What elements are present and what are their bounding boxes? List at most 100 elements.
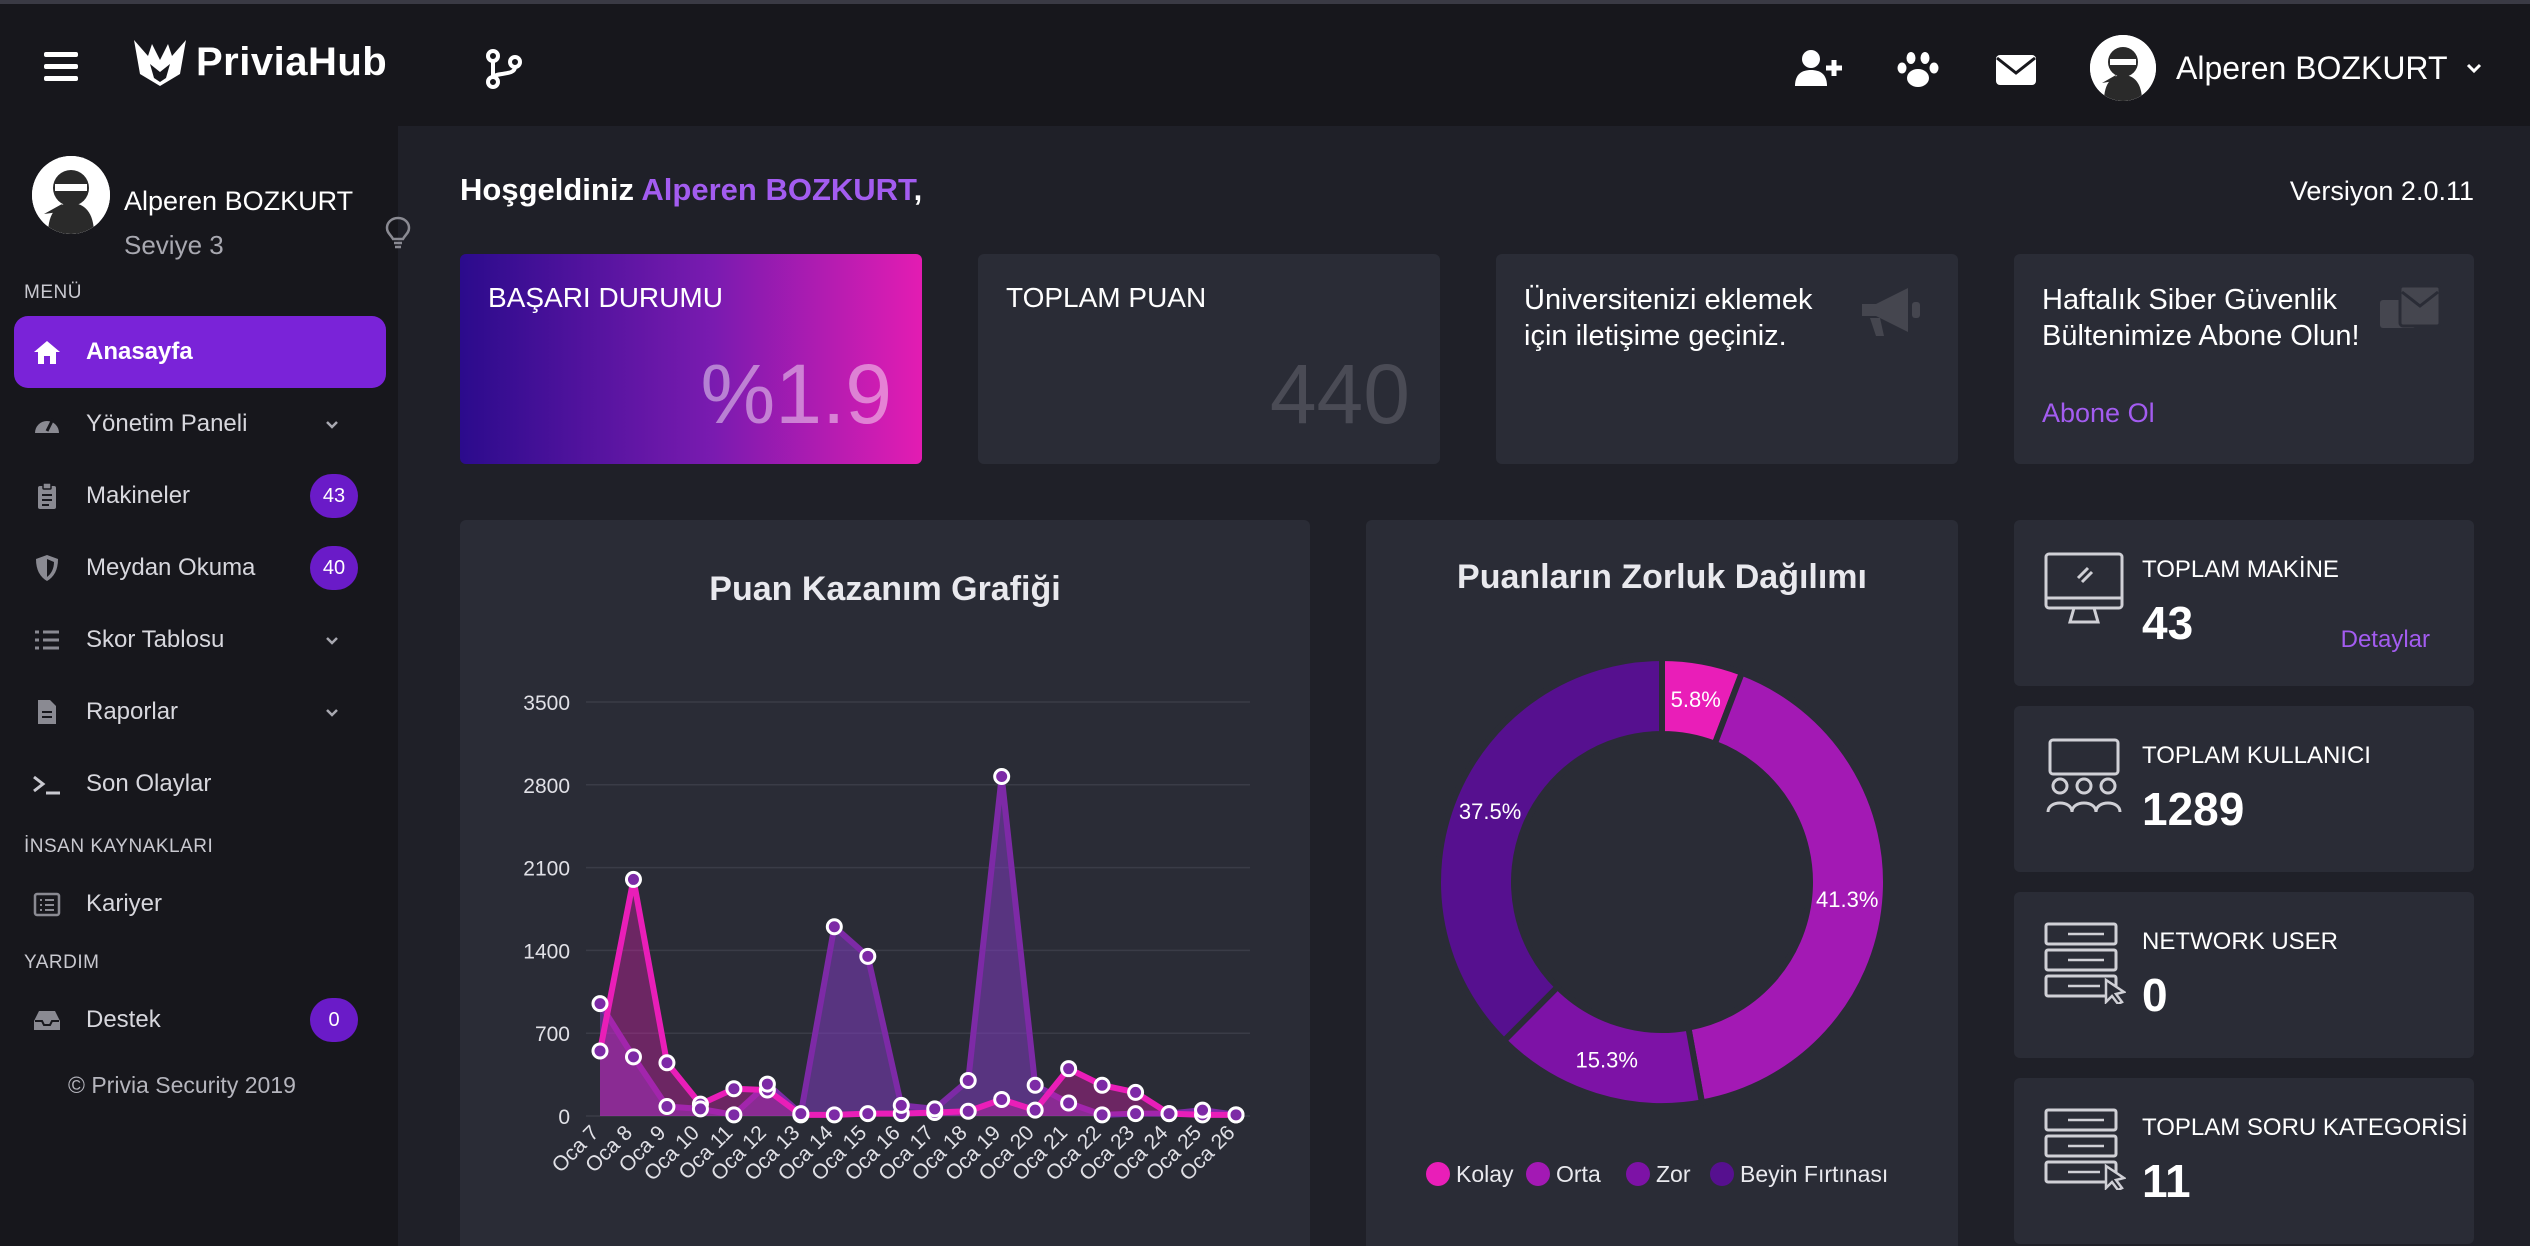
data-point <box>1060 1060 1078 1078</box>
list-icon <box>35 630 59 650</box>
sidebar-item-makineler[interactable]: Makineler 43 <box>14 460 386 532</box>
data-point <box>1026 1101 1044 1119</box>
sidebar-item-label: Anasayfa <box>86 338 193 365</box>
data-point <box>1093 1076 1111 1094</box>
inbox-icon <box>34 1011 60 1030</box>
shield-icon <box>36 555 58 581</box>
y-tick-label: 700 <box>535 1023 570 1046</box>
data-point <box>1026 1076 1044 1094</box>
monitor-icon <box>2044 552 2124 624</box>
difficulty-chart-card: Puanların Zorluk Dağılımı 5.8% 41.3% 15.3%… <box>1366 520 1958 1246</box>
data-point <box>892 1096 910 1114</box>
sidebar-item-skor-tablosu[interactable]: Skor Tablosu <box>14 604 386 676</box>
stat-label: TOPLAM KULLANICI <box>2142 742 2371 769</box>
university-text: Üniversitenizi eklemek için iletişime ge… <box>1524 284 1813 352</box>
data-point <box>591 995 609 1013</box>
sidebar-profile: Alperen BOZKURT Seviye 3 <box>32 156 411 260</box>
sidebar-item-label: Raporlar <box>86 698 179 725</box>
sidebar-item-label: Makineler <box>86 482 191 509</box>
series-area <box>600 879 1236 1116</box>
difficulty-donut-chart: 5.8% 41.3% 15.3% 37.5% Kolay Orta Zor Beyin Fır… <box>1426 654 1889 1187</box>
data-point <box>825 1106 843 1124</box>
series-line <box>597 773 1237 1118</box>
details-link[interactable]: Detaylar <box>2341 626 2430 654</box>
clipboard-icon <box>38 482 56 509</box>
data-point <box>1194 1101 1212 1119</box>
file-icon <box>38 700 56 724</box>
welcome-prefix: Hoşgeldiniz <box>460 172 634 207</box>
category-icon <box>2044 1108 2126 1190</box>
legend-label: Zor <box>1656 1161 1691 1187</box>
welcome-heading: Hoşgeldiniz Alperen BOZKURT, <box>460 172 922 208</box>
add-user-icon[interactable] <box>1794 48 1842 90</box>
sidebar-user-level: Seviye 3 <box>124 230 224 260</box>
data-point <box>725 1106 743 1124</box>
sidebar-item-label: Destek <box>86 1006 161 1033</box>
stat-label: TOPLAM SORU KATEGORİSİ <box>2142 1114 2468 1141</box>
terminal-icon <box>33 775 60 795</box>
sidebar-item-raporlar[interactable]: Raporlar <box>14 676 386 748</box>
user-name: Alperen BOZKURT <box>2176 49 2448 86</box>
chevron-down-icon <box>326 709 338 717</box>
welcome-user-name: Alperen BOZKURT <box>641 172 914 207</box>
user-menu[interactable]: Alperen BOZKURT <box>2090 34 2484 102</box>
paw-icon[interactable] <box>1894 48 1942 90</box>
data-point <box>658 1098 676 1116</box>
data-point <box>624 870 642 888</box>
envelope-icon[interactable] <box>1992 48 2040 90</box>
home-icon <box>34 341 60 364</box>
points-area-chart: 07001400210028003500Oca 7Oca 8Oca 9Oca 1… <box>523 692 1250 1185</box>
sidebar-user-name: Alperen BOZKURT <box>124 186 354 216</box>
count-badge: 43 <box>310 474 358 518</box>
privia-logo-icon <box>134 40 186 86</box>
sidebar-item-meydan-okuma[interactable]: Meydan Okuma 40 <box>14 532 386 604</box>
stat-value: 1289 <box>2142 783 2245 835</box>
data-point <box>725 1080 743 1098</box>
stat-card-users: TOPLAM KULLANICI 1289 <box>2014 706 2474 872</box>
sidebar-item-destek[interactable]: Destek 0 <box>14 984 386 1056</box>
chevron-down-icon <box>2466 63 2481 74</box>
success-value: %1.9 <box>700 347 892 441</box>
stat-card-machines: TOPLAM MAKİNE 43 Detaylar <box>2014 520 2474 686</box>
data-point <box>1160 1105 1178 1123</box>
sidebar-item-label: Skor Tablosu <box>86 626 225 653</box>
data-point <box>859 1105 877 1123</box>
sidebar-item-yonetim-paneli[interactable]: Yönetim Paneli <box>14 388 386 460</box>
donut-slice <box>1435 654 1665 1046</box>
series-area <box>600 776 1236 1116</box>
legend-marker <box>1426 1162 1450 1186</box>
subscribe-link[interactable]: Abone Ol <box>2042 398 2155 429</box>
data-point <box>959 1072 977 1090</box>
list-alt-icon <box>33 892 61 917</box>
sidebar-item-kariyer[interactable]: Kariyer <box>14 868 386 940</box>
avatar <box>2090 35 2156 101</box>
total-points-card: TOPLAM PUAN 440 <box>978 254 1440 464</box>
avatar <box>32 156 110 234</box>
y-tick-label: 0 <box>558 1106 570 1129</box>
lightbulb-icon[interactable] <box>384 214 412 250</box>
bulletin-text: Haftalık Siber Güvenlik Bültenimize Abon… <box>2042 284 2360 352</box>
sidebar-heading-help: YARDIM <box>24 952 100 973</box>
data-point <box>1227 1106 1245 1124</box>
bulletin-card: Haftalık Siber Güvenlik Bültenimize Abon… <box>2014 254 2474 464</box>
menu-icon[interactable] <box>44 52 78 82</box>
sidebar-item-label: Son Olaylar <box>86 770 212 797</box>
y-tick-label: 1400 <box>523 940 570 963</box>
legend-label: Beyin Fırtınası <box>1740 1161 1888 1187</box>
data-point <box>825 918 843 936</box>
data-point <box>993 1090 1011 1108</box>
y-tick-label: 2800 <box>523 775 570 798</box>
legend-marker <box>1526 1162 1550 1186</box>
slice-label: 5.8% <box>1671 687 1721 712</box>
dashboard-icon <box>35 418 59 433</box>
sidebar-item-label: Yönetim Paneli <box>86 410 248 437</box>
sidebar-item-anasayfa[interactable]: Anasayfa <box>14 316 386 388</box>
version-label: Versiyon 2.0.11 <box>2289 176 2474 206</box>
logo[interactable]: PriviaHub <box>130 32 387 92</box>
stat-value: 43 <box>2142 597 2194 649</box>
university-card: Üniversitenizi eklemek için iletişime ge… <box>1496 254 1958 464</box>
slice-label: 15.3% <box>1576 1048 1638 1073</box>
branch-icon[interactable] <box>484 48 524 90</box>
points-chart-card: Puan Kazanım Grafiği 0 700 1400 2100 2800 350… <box>460 520 1310 1246</box>
sidebar-item-son-olaylar[interactable]: Son Olaylar <box>14 748 386 820</box>
